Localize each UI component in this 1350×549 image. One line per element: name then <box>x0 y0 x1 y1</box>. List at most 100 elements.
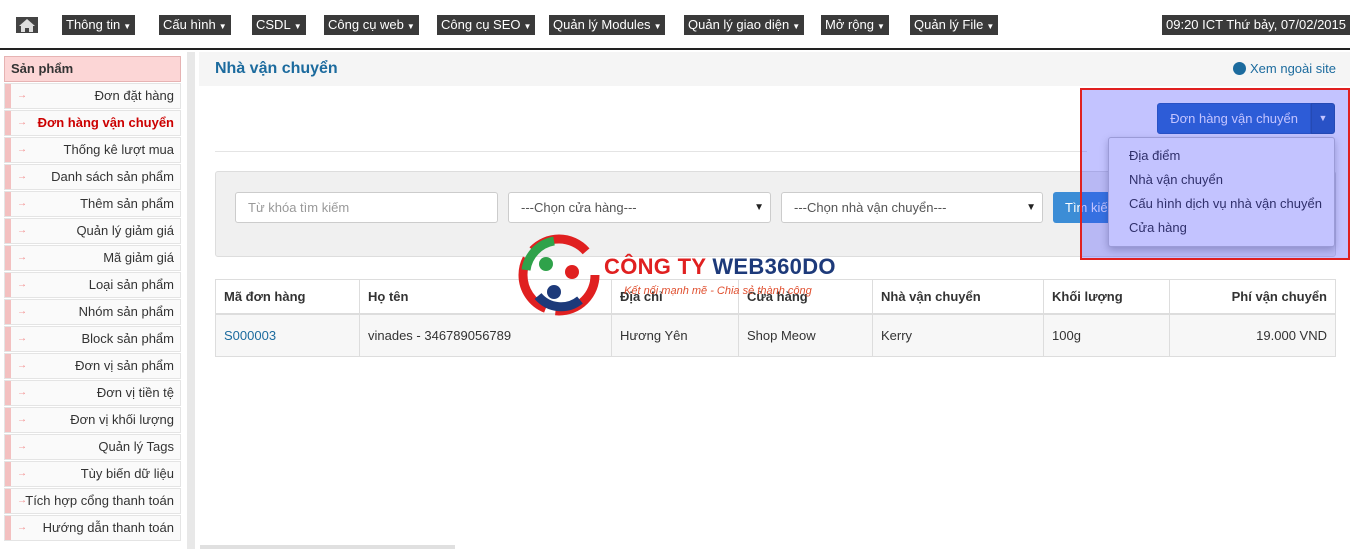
sidebar-item-label: Quản lý giảm giá <box>76 223 174 238</box>
table-row: S000003 vinades - 346789056789 Hương Yên… <box>215 313 1336 357</box>
shipping-fee-cell: 19.000 VND <box>1169 313 1336 357</box>
sidebar-item-marker <box>5 246 11 270</box>
sidebar-item-marker <box>5 165 11 189</box>
nav-mo-rong[interactable]: Mở rộng ▼ <box>821 15 889 35</box>
top-navigation-bar: Thông tin ▼ Cấu hình ▼ CSDL ▼ Công cụ web ▼ … <box>0 0 1350 50</box>
select-arrow-icon: ▼ <box>1026 202 1036 213</box>
page-title: Nhà vận chuyển <box>215 60 338 77</box>
globe-icon <box>1233 62 1246 75</box>
store-cell: Shop Meow <box>738 313 873 357</box>
sidebar-item[interactable]: → Đơn đặt hàng <box>4 83 181 109</box>
col-shipping-fee[interactable]: Phí vận chuyển <box>1169 279 1336 315</box>
sidebar-item-label: Thống kê lượt mua <box>63 142 174 157</box>
arrow-right-icon: → <box>17 90 27 101</box>
sidebar-item-marker <box>5 273 11 297</box>
arrow-right-icon: → <box>17 252 27 263</box>
sidebar-item[interactable]: → Mã giảm giá <box>4 245 181 271</box>
col-carrier[interactable]: Nhà vận chuyển <box>872 279 1044 315</box>
sidebar-item-marker <box>5 435 11 459</box>
arrow-right-icon: → <box>17 225 27 236</box>
highlight-annotation-box <box>1080 88 1350 260</box>
chevron-down-icon: ▼ <box>523 22 532 31</box>
col-order-code[interactable]: Mã đơn hàng <box>215 279 360 315</box>
chevron-down-icon: ▼ <box>877 22 885 31</box>
sidebar-item-marker <box>5 408 11 432</box>
sidebar-item[interactable]: → Quản lý Tags <box>4 434 181 460</box>
arrow-right-icon: → <box>17 171 27 182</box>
sidebar-item-label: Quản lý Tags <box>98 439 174 454</box>
sidebar-item-label: Block sản phẩm <box>81 331 175 346</box>
nav-thong-tin[interactable]: Thông tin ▼ <box>62 15 136 35</box>
sidebar-item[interactable]: → Thống kê lượt mua <box>4 137 181 163</box>
sidebar-divider[interactable] <box>187 52 195 549</box>
sidebar: Sản phẩm → Đơn đặt hàng → Đơn hàng vận chuy… <box>4 56 181 542</box>
sidebar-item-label: Tích hợp cổng thanh toán <box>25 493 174 508</box>
arrow-right-icon: → <box>17 360 27 371</box>
view-site-link[interactable]: Xem ngoài site <box>1233 61 1336 76</box>
sidebar-item-marker <box>5 84 11 108</box>
col-weight[interactable]: Khối lượng <box>1043 279 1170 315</box>
arrow-right-icon: → <box>17 441 27 452</box>
arrow-right-icon: → <box>17 468 27 479</box>
divider <box>215 151 1087 152</box>
sidebar-item[interactable]: → Đơn vị khối lượng <box>4 407 181 433</box>
nav-quan-ly-giao-dien[interactable]: Quản lý giao diện ▼ <box>684 15 805 35</box>
company-slogan: Kết nối mạnh mẽ - Chia sẻ thành công <box>624 285 812 297</box>
sidebar-item[interactable]: → Thêm sản phẩm <box>4 191 181 217</box>
carrier-select[interactable]: ---Chọn nhà vận chuyển--- ▼ <box>781 192 1043 223</box>
company-logo-text: CÔNG TY WEB360DO Kết nối mạnh mẽ - Chia … <box>604 254 836 297</box>
sidebar-item-label: Nhóm sản phẩm <box>78 304 174 319</box>
sidebar-item[interactable]: → Nhóm sản phẩm <box>4 299 181 325</box>
sidebar-item[interactable]: → Tùy biến dữ liệu <box>4 461 181 487</box>
order-code-cell: S000003 <box>215 313 360 357</box>
sidebar-item[interactable]: → Đơn hàng vận chuyển <box>4 110 181 136</box>
sidebar-item-marker <box>5 381 11 405</box>
company-logo-icon <box>518 234 600 319</box>
sidebar-item-label: Danh sách sản phẩm <box>51 169 174 184</box>
sidebar-item[interactable]: → Danh sách sản phẩm <box>4 164 181 190</box>
arrow-right-icon: → <box>17 306 27 317</box>
sidebar-item[interactable]: → Hướng dẫn thanh toán <box>4 515 181 541</box>
home-icon[interactable] <box>16 17 38 33</box>
sidebar-item[interactable]: → Block sản phẩm <box>4 326 181 352</box>
chevron-down-icon: ▼ <box>406 22 415 31</box>
sidebar-item[interactable]: → Tích hợp cổng thanh toán <box>4 488 181 514</box>
arrow-right-icon: → <box>17 387 27 398</box>
sidebar-item-marker <box>5 192 11 216</box>
keyword-search-input[interactable]: Từ khóa tìm kiếm <box>235 192 498 223</box>
sidebar-item-marker <box>5 516 11 540</box>
sidebar-item[interactable]: → Đơn vị tiền tệ <box>4 380 181 406</box>
chevron-down-icon: ▼ <box>218 22 227 31</box>
chevron-down-icon: ▼ <box>653 22 662 31</box>
page-header: Nhà vận chuyển Xem ngoài site <box>199 52 1350 86</box>
arrow-right-icon: → <box>17 198 27 209</box>
sidebar-item-marker <box>5 354 11 378</box>
nav-cong-cu-web[interactable]: Công cụ web ▼ <box>324 15 419 35</box>
sidebar-item-label: Thêm sản phẩm <box>80 196 174 211</box>
nav-csdl[interactable]: CSDL ▼ <box>252 15 306 35</box>
sidebar-item-marker <box>5 111 11 135</box>
nav-quan-ly-file[interactable]: Quản lý File ▼ <box>910 15 999 35</box>
weight-cell: 100g <box>1043 313 1170 357</box>
clock: 09:20 ICT Thứ bảy, 07/02/2015 <box>1162 15 1350 35</box>
nav-cau-hinh[interactable]: Cấu hình ▼ <box>159 15 231 35</box>
nav-cong-cu-seo[interactable]: Công cụ SEO ▼ <box>437 15 536 35</box>
sidebar-item-marker <box>5 462 11 486</box>
order-code-link[interactable]: S000003 <box>224 328 276 343</box>
sidebar-item-label: Loại sản phẩm <box>88 277 174 292</box>
sidebar-item[interactable]: → Loại sản phẩm <box>4 272 181 298</box>
sidebar-item-label: Tùy biến dữ liệu <box>80 466 174 481</box>
horizontal-scrollbar[interactable] <box>200 545 455 549</box>
nav-quan-ly-modules[interactable]: Quản lý Modules ▼ <box>549 15 666 35</box>
arrow-right-icon: → <box>17 333 27 344</box>
arrow-right-icon: → <box>17 495 27 506</box>
sidebar-item[interactable]: → Đơn vị sản phẩm <box>4 353 181 379</box>
sidebar-item[interactable]: → Quản lý giảm giá <box>4 218 181 244</box>
sidebar-item-marker <box>5 489 11 513</box>
arrow-right-icon: → <box>17 117 27 128</box>
arrow-right-icon: → <box>17 414 27 425</box>
store-select[interactable]: ---Chọn cửa hàng--- ▼ <box>508 192 771 223</box>
sidebar-heading[interactable]: Sản phẩm <box>4 56 181 82</box>
arrow-right-icon: → <box>17 522 27 533</box>
sidebar-item-label: Mã giảm giá <box>103 250 174 265</box>
